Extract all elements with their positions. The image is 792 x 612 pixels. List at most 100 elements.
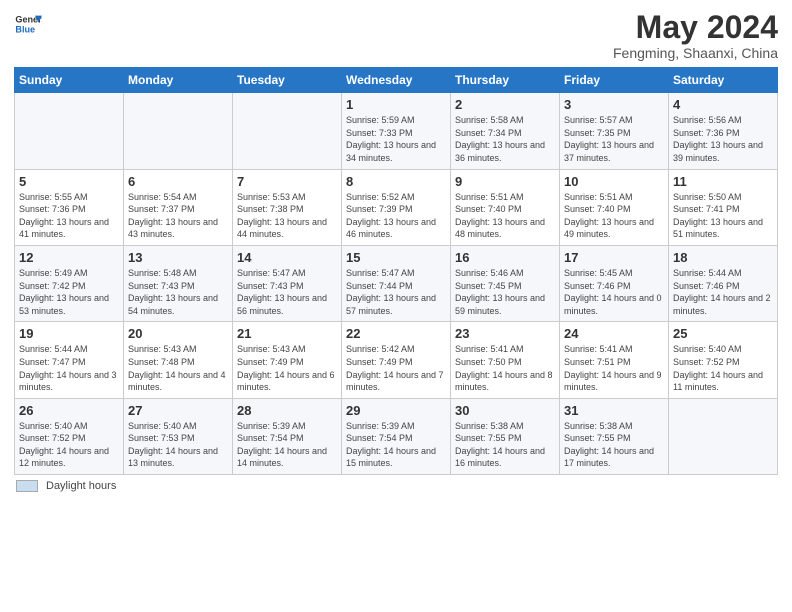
cell-info: Sunrise: 5:44 AM Sunset: 7:46 PM Dayligh… [673, 267, 773, 317]
table-row: 23 Sunrise: 5:41 AM Sunset: 7:50 PM Dayli… [451, 322, 560, 398]
cell-info: Sunrise: 5:54 AM Sunset: 7:37 PM Dayligh… [128, 191, 228, 241]
cell-info: Sunrise: 5:39 AM Sunset: 7:54 PM Dayligh… [237, 420, 337, 470]
header-friday: Friday [560, 68, 669, 93]
day-number: 2 [455, 97, 555, 112]
table-row: 24Sunrise: 5:41 AM Sunset: 7:51 PM Dayli… [560, 322, 669, 398]
day-number: 15 [346, 250, 446, 265]
logo-icon: General Blue [14, 10, 42, 38]
cell-info: Sunrise: 5:48 AM Sunset: 7:43 PM Dayligh… [128, 267, 228, 317]
table-row: 31Sunrise: 5:38 AM Sunset: 7:55 PM Dayli… [560, 398, 669, 474]
day-number: 10 [564, 174, 664, 189]
cell-info: Sunrise: 5:38 AM Sunset: 7:55 PM Dayligh… [455, 420, 555, 470]
table-row: 14Sunrise: 5:47 AM Sunset: 7:43 PM Dayli… [233, 245, 342, 321]
cell-info: Sunrise: 5:41 AM Sunset: 7:50 PM Dayligh… [455, 343, 555, 393]
day-number: 25 [673, 326, 773, 341]
cell-info: Sunrise: 5:38 AM Sunset: 7:55 PM Dayligh… [564, 420, 664, 470]
day-number: 28 [237, 403, 337, 418]
table-row [15, 93, 124, 169]
day-number: 29 [346, 403, 446, 418]
day-number: 1 [346, 97, 446, 112]
daylight-legend-label: Daylight hours [46, 480, 116, 492]
month-title: May 2024 [613, 10, 778, 45]
table-row: 20 Sunrise: 5:43 AM Sunset: 7:48 PM Dayli… [124, 322, 233, 398]
cell-info: Sunrise: 5:45 AM Sunset: 7:46 PM Dayligh… [564, 267, 664, 317]
header-tuesday: Tuesday [233, 68, 342, 93]
table-row: 13 Sunrise: 5:48 AM Sunset: 7:43 PM Dayli… [124, 245, 233, 321]
cell-info: Sunrise: 5:52 AM Sunset: 7:39 PM Dayligh… [346, 191, 446, 241]
day-number: 22 [346, 326, 446, 341]
table-row: 10 Sunrise: 5:51 AM Sunset: 7:40 PM Dayli… [560, 169, 669, 245]
day-number: 16 [455, 250, 555, 265]
day-number: 20 [128, 326, 228, 341]
title-block: May 2024 Fengming, Shaanxi, China [613, 10, 778, 61]
day-number: 13 [128, 250, 228, 265]
table-row: 21 Sunrise: 5:43 AM Sunset: 7:49 PM Dayli… [233, 322, 342, 398]
calendar-week-row: 12Sunrise: 5:49 AM Sunset: 7:42 PM Dayli… [15, 245, 778, 321]
table-row: 5 Sunrise: 5:55 AM Sunset: 7:36 PM Daylig… [15, 169, 124, 245]
day-number: 9 [455, 174, 555, 189]
table-row [233, 93, 342, 169]
cell-info: Sunrise: 5:43 AM Sunset: 7:48 PM Dayligh… [128, 343, 228, 393]
table-row: 22 Sunrise: 5:42 AM Sunset: 7:49 PM Dayli… [342, 322, 451, 398]
day-number: 30 [455, 403, 555, 418]
day-number: 24 [564, 326, 664, 341]
calendar-week-row: 5 Sunrise: 5:55 AM Sunset: 7:36 PM Daylig… [15, 169, 778, 245]
table-row: 4Sunrise: 5:56 AM Sunset: 7:36 PM Daylig… [669, 93, 778, 169]
table-row: 11 Sunrise: 5:50 AM Sunset: 7:41 PM Dayli… [669, 169, 778, 245]
table-row: 15 Sunrise: 5:47 AM Sunset: 7:44 PM Dayli… [342, 245, 451, 321]
table-row: 6Sunrise: 5:54 AM Sunset: 7:37 PM Daylig… [124, 169, 233, 245]
day-number: 4 [673, 97, 773, 112]
cell-info: Sunrise: 5:47 AM Sunset: 7:44 PM Dayligh… [346, 267, 446, 317]
cell-info: Sunrise: 5:46 AM Sunset: 7:45 PM Dayligh… [455, 267, 555, 317]
cell-info: Sunrise: 5:57 AM Sunset: 7:35 PM Dayligh… [564, 114, 664, 164]
table-row: 26Sunrise: 5:40 AM Sunset: 7:52 PM Dayli… [15, 398, 124, 474]
location-subtitle: Fengming, Shaanxi, China [613, 45, 778, 61]
calendar-header-row: Sunday Monday Tuesday Wednesday Thursday… [15, 68, 778, 93]
day-number: 11 [673, 174, 773, 189]
calendar-week-row: 1 Sunrise: 5:59 AM Sunset: 7:33 PM Daylig… [15, 93, 778, 169]
day-number: 5 [19, 174, 119, 189]
table-row: 3 Sunrise: 5:57 AM Sunset: 7:35 PM Daylig… [560, 93, 669, 169]
day-number: 14 [237, 250, 337, 265]
table-row: 16 Sunrise: 5:46 AM Sunset: 7:45 PM Dayli… [451, 245, 560, 321]
calendar-table: Sunday Monday Tuesday Wednesday Thursday… [14, 67, 778, 475]
logo: General Blue [14, 10, 42, 38]
day-number: 12 [19, 250, 119, 265]
cell-info: Sunrise: 5:55 AM Sunset: 7:36 PM Dayligh… [19, 191, 119, 241]
page-header: General Blue May 2024 Fengming, Shaanxi,… [14, 10, 778, 61]
header-wednesday: Wednesday [342, 68, 451, 93]
cell-info: Sunrise: 5:39 AM Sunset: 7:54 PM Dayligh… [346, 420, 446, 470]
cell-info: Sunrise: 5:43 AM Sunset: 7:49 PM Dayligh… [237, 343, 337, 393]
cell-info: Sunrise: 5:58 AM Sunset: 7:34 PM Dayligh… [455, 114, 555, 164]
table-row [124, 93, 233, 169]
cell-info: Sunrise: 5:40 AM Sunset: 7:52 PM Dayligh… [19, 420, 119, 470]
calendar-week-row: 19Sunrise: 5:44 AM Sunset: 7:47 PM Dayli… [15, 322, 778, 398]
footer: Daylight hours [14, 480, 778, 492]
header-sunday: Sunday [15, 68, 124, 93]
day-number: 3 [564, 97, 664, 112]
cell-info: Sunrise: 5:40 AM Sunset: 7:53 PM Dayligh… [128, 420, 228, 470]
table-row: 27Sunrise: 5:40 AM Sunset: 7:53 PM Dayli… [124, 398, 233, 474]
cell-info: Sunrise: 5:51 AM Sunset: 7:40 PM Dayligh… [564, 191, 664, 241]
table-row: 1 Sunrise: 5:59 AM Sunset: 7:33 PM Daylig… [342, 93, 451, 169]
day-number: 18 [673, 250, 773, 265]
day-number: 7 [237, 174, 337, 189]
cell-info: Sunrise: 5:51 AM Sunset: 7:40 PM Dayligh… [455, 191, 555, 241]
table-row: 12Sunrise: 5:49 AM Sunset: 7:42 PM Dayli… [15, 245, 124, 321]
table-row [669, 398, 778, 474]
cell-info: Sunrise: 5:59 AM Sunset: 7:33 PM Dayligh… [346, 114, 446, 164]
cell-info: Sunrise: 5:42 AM Sunset: 7:49 PM Dayligh… [346, 343, 446, 393]
table-row: 18 Sunrise: 5:44 AM Sunset: 7:46 PM Dayli… [669, 245, 778, 321]
table-row: 19Sunrise: 5:44 AM Sunset: 7:47 PM Dayli… [15, 322, 124, 398]
table-row: 17Sunrise: 5:45 AM Sunset: 7:46 PM Dayli… [560, 245, 669, 321]
day-number: 21 [237, 326, 337, 341]
table-row: 8Sunrise: 5:52 AM Sunset: 7:39 PM Daylig… [342, 169, 451, 245]
header-monday: Monday [124, 68, 233, 93]
header-thursday: Thursday [451, 68, 560, 93]
table-row: 7Sunrise: 5:53 AM Sunset: 7:38 PM Daylig… [233, 169, 342, 245]
table-row: 25Sunrise: 5:40 AM Sunset: 7:52 PM Dayli… [669, 322, 778, 398]
day-number: 23 [455, 326, 555, 341]
cell-info: Sunrise: 5:50 AM Sunset: 7:41 PM Dayligh… [673, 191, 773, 241]
day-number: 19 [19, 326, 119, 341]
table-row: 29 Sunrise: 5:39 AM Sunset: 7:54 PM Dayli… [342, 398, 451, 474]
